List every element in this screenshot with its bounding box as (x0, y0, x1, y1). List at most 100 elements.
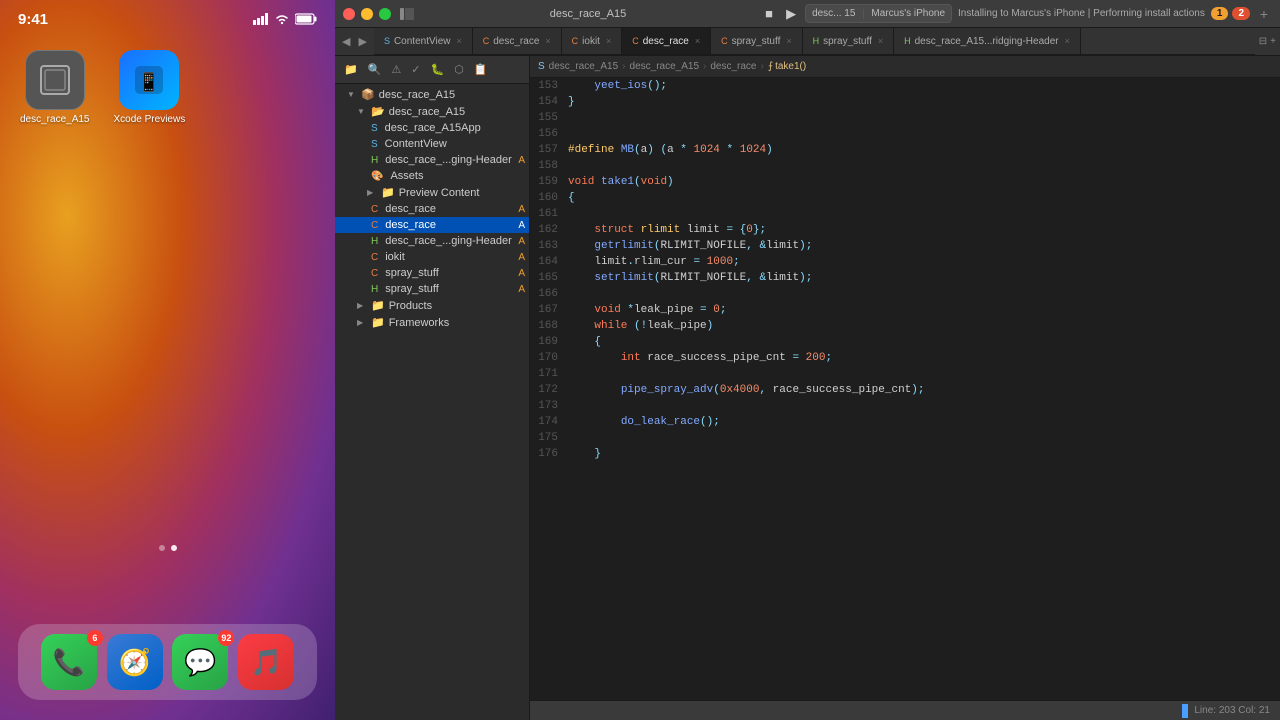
dock-music[interactable]: 🎵 (238, 634, 294, 690)
add-tab-button[interactable]: + (1270, 36, 1276, 47)
tree-item-assets[interactable]: 🎨 Assets (335, 168, 529, 184)
close-button[interactable] (343, 8, 355, 20)
error-badge[interactable]: 2 (1232, 7, 1250, 20)
code-editor[interactable]: 153 yeet_ios(); 154 } 155 156 (530, 78, 1280, 700)
ios-status-icons (253, 13, 317, 25)
code-line-171: 171 (530, 366, 1280, 382)
nav-forward-button[interactable]: ▶ (355, 33, 369, 50)
tree-item-frameworks[interactable]: ▶ 📁 Frameworks (335, 314, 529, 331)
code-line-169: 169 { (530, 334, 1280, 350)
nav-icon-issues[interactable]: ⚠ (388, 61, 404, 78)
breadcrumb-1[interactable]: desc_race_A15 (549, 61, 619, 72)
tree-label-desc-race-1: desc_race (385, 203, 436, 215)
tab-close-spray-h[interactable]: × (878, 36, 883, 46)
add-editor-button[interactable]: + (1256, 6, 1272, 22)
nav-icon-folder[interactable]: 📁 (341, 61, 361, 78)
tab-icon-spray-c: C (721, 36, 728, 46)
tree-item-spray-c[interactable]: C spray_stuff A (335, 265, 529, 281)
nav-icon-tests[interactable]: ✓ (408, 61, 423, 78)
tree-item-iokit[interactable]: C iokit A (335, 249, 529, 265)
tree-item-desc-race-selected[interactable]: C desc_race A (335, 217, 529, 233)
nav-icon-reports[interactable]: 📋 (471, 61, 491, 78)
breadcrumb-func[interactable]: ⨍ take1() (768, 61, 806, 72)
tree-item-bridging1[interactable]: H desc_race_...ging-Header A (335, 152, 529, 168)
ios-home-screen: desc_race_A15 📱 Xcode Previews (0, 30, 335, 125)
code-line-170: 170 int race_success_pipe_cnt = 200; (530, 350, 1280, 366)
sidebar-toggle-icon[interactable] (399, 6, 415, 22)
folder-icon-products: 📁 (371, 299, 385, 312)
traffic-lights (343, 8, 391, 20)
assets-icon: 🎨 (371, 171, 383, 182)
tree-item-products[interactable]: ▶ 📁 Products (335, 297, 529, 314)
tree-item-app[interactable]: S desc_race_A15App (335, 120, 529, 136)
tab-close-1[interactable]: × (545, 36, 550, 46)
ios-time: 9:41 (18, 11, 48, 28)
tab-desc-race-active[interactable]: C desc_race × (622, 28, 711, 54)
tab-icon-swift: S (384, 36, 390, 46)
tree-item-group[interactable]: ▼ 📂 desc_race_A15 (335, 103, 529, 120)
code-line-159: 159 void take1(void) (530, 174, 1280, 190)
run-button[interactable]: ▶ (783, 6, 799, 22)
dock-messages[interactable]: 💬 92 (172, 634, 228, 690)
tree-item-spray-h[interactable]: H spray_stuff A (335, 281, 529, 297)
tree-item-bridging2[interactable]: H desc_race_...ging-Header A (335, 233, 529, 249)
tab-label-bridging: desc_race_A15...ridging-Header (915, 36, 1059, 47)
maximize-button[interactable] (379, 8, 391, 20)
scheme-device-right: Marcus's iPhone (871, 8, 945, 19)
c-file-icon-1: C (371, 204, 378, 215)
tab-bridging[interactable]: H desc_race_A15...ridging-Header × (894, 28, 1081, 54)
folder-icon-frameworks: 📁 (371, 316, 385, 329)
tree-item-desc-race-1[interactable]: C desc_race A (335, 201, 529, 217)
messages-badge: 92 (218, 630, 234, 646)
func-icon: ⨍ (768, 61, 773, 72)
badge-spray-h: A (518, 284, 525, 295)
h-file-icon-2: H (371, 236, 378, 247)
badge-bridging1: A (518, 155, 525, 166)
ios-screen: 9:41 (0, 0, 335, 720)
tree-label-products: Products (389, 300, 432, 312)
dock-safari[interactable]: 🧭 (107, 634, 163, 690)
tab-spray-c[interactable]: C spray_stuff × (711, 28, 803, 54)
dock-phone[interactable]: 📞 6 (41, 634, 97, 690)
breadcrumb-4: take1() (775, 61, 806, 72)
tab-close-contentview[interactable]: × (456, 36, 461, 46)
split-editor-button[interactable]: ⊟ (1259, 36, 1267, 47)
badge-bridging2: A (518, 236, 525, 247)
app-icon-desc-race[interactable]: desc_race_A15 (20, 50, 90, 125)
app-icon-xcode-previews[interactable]: 📱 Xcode Previews (114, 50, 186, 125)
tab-label-spray-h: spray_stuff (823, 36, 872, 47)
minimize-button[interactable] (361, 8, 373, 20)
tab-contentview[interactable]: S ContentView × (374, 28, 473, 54)
stop-button[interactable]: ■ (761, 6, 777, 22)
nav-icon-breakpoints[interactable]: ⬡ (451, 61, 467, 78)
nav-arrows: ◀ ▶ (335, 33, 374, 50)
tab-desc-race-1[interactable]: C desc_race × (473, 28, 562, 54)
tab-close-iokit[interactable]: × (606, 36, 611, 46)
tab-iokit[interactable]: C iokit × (562, 28, 623, 54)
tab-icon-spray-h: H (813, 36, 820, 46)
xcode-titlebar: desc_race_A15 ■ ▶ desc... 15 ｜ Marcus's … (335, 0, 1280, 28)
scheme-selector[interactable]: desc... 15 ｜ Marcus's iPhone (805, 4, 952, 23)
tree-label-bridging1: desc_race_...ging-Header (385, 154, 512, 166)
tree-item-preview[interactable]: ▶ 📁 Preview Content (335, 184, 529, 201)
breadcrumb-2[interactable]: desc_race_A15 (630, 61, 700, 72)
badge-iokit: A (518, 252, 525, 263)
build-status: Installing to Marcus's iPhone | Performi… (958, 8, 1205, 19)
tab-close-bridging[interactable]: × (1065, 36, 1070, 46)
nav-icon-debug[interactable]: 🐛 (428, 61, 448, 78)
breadcrumb-sep-1: › (622, 61, 625, 72)
tab-spray-h[interactable]: H spray_stuff × (803, 28, 895, 54)
nav-icon-source[interactable]: 🔍 (365, 61, 385, 78)
tab-bar-row: ◀ ▶ S ContentView × C desc_race × C ioki… (335, 28, 1280, 56)
nav-back-button[interactable]: ◀ (339, 33, 353, 50)
tree-item-contentview[interactable]: S ContentView (335, 136, 529, 152)
safari-icon: 🧭 (107, 634, 163, 690)
tree-item-root[interactable]: ▼ 📦 desc_race_A15 (335, 86, 529, 103)
cursor-indicator (1182, 704, 1188, 718)
warning-badge[interactable]: 1 (1211, 7, 1229, 20)
tab-close-active[interactable]: × (695, 36, 700, 46)
folder-icon-group: 📂 (371, 105, 385, 118)
breadcrumb-3[interactable]: desc_race (710, 61, 756, 72)
swift-file-icon-cv: S (371, 139, 378, 150)
tab-close-spray-c[interactable]: × (786, 36, 791, 46)
